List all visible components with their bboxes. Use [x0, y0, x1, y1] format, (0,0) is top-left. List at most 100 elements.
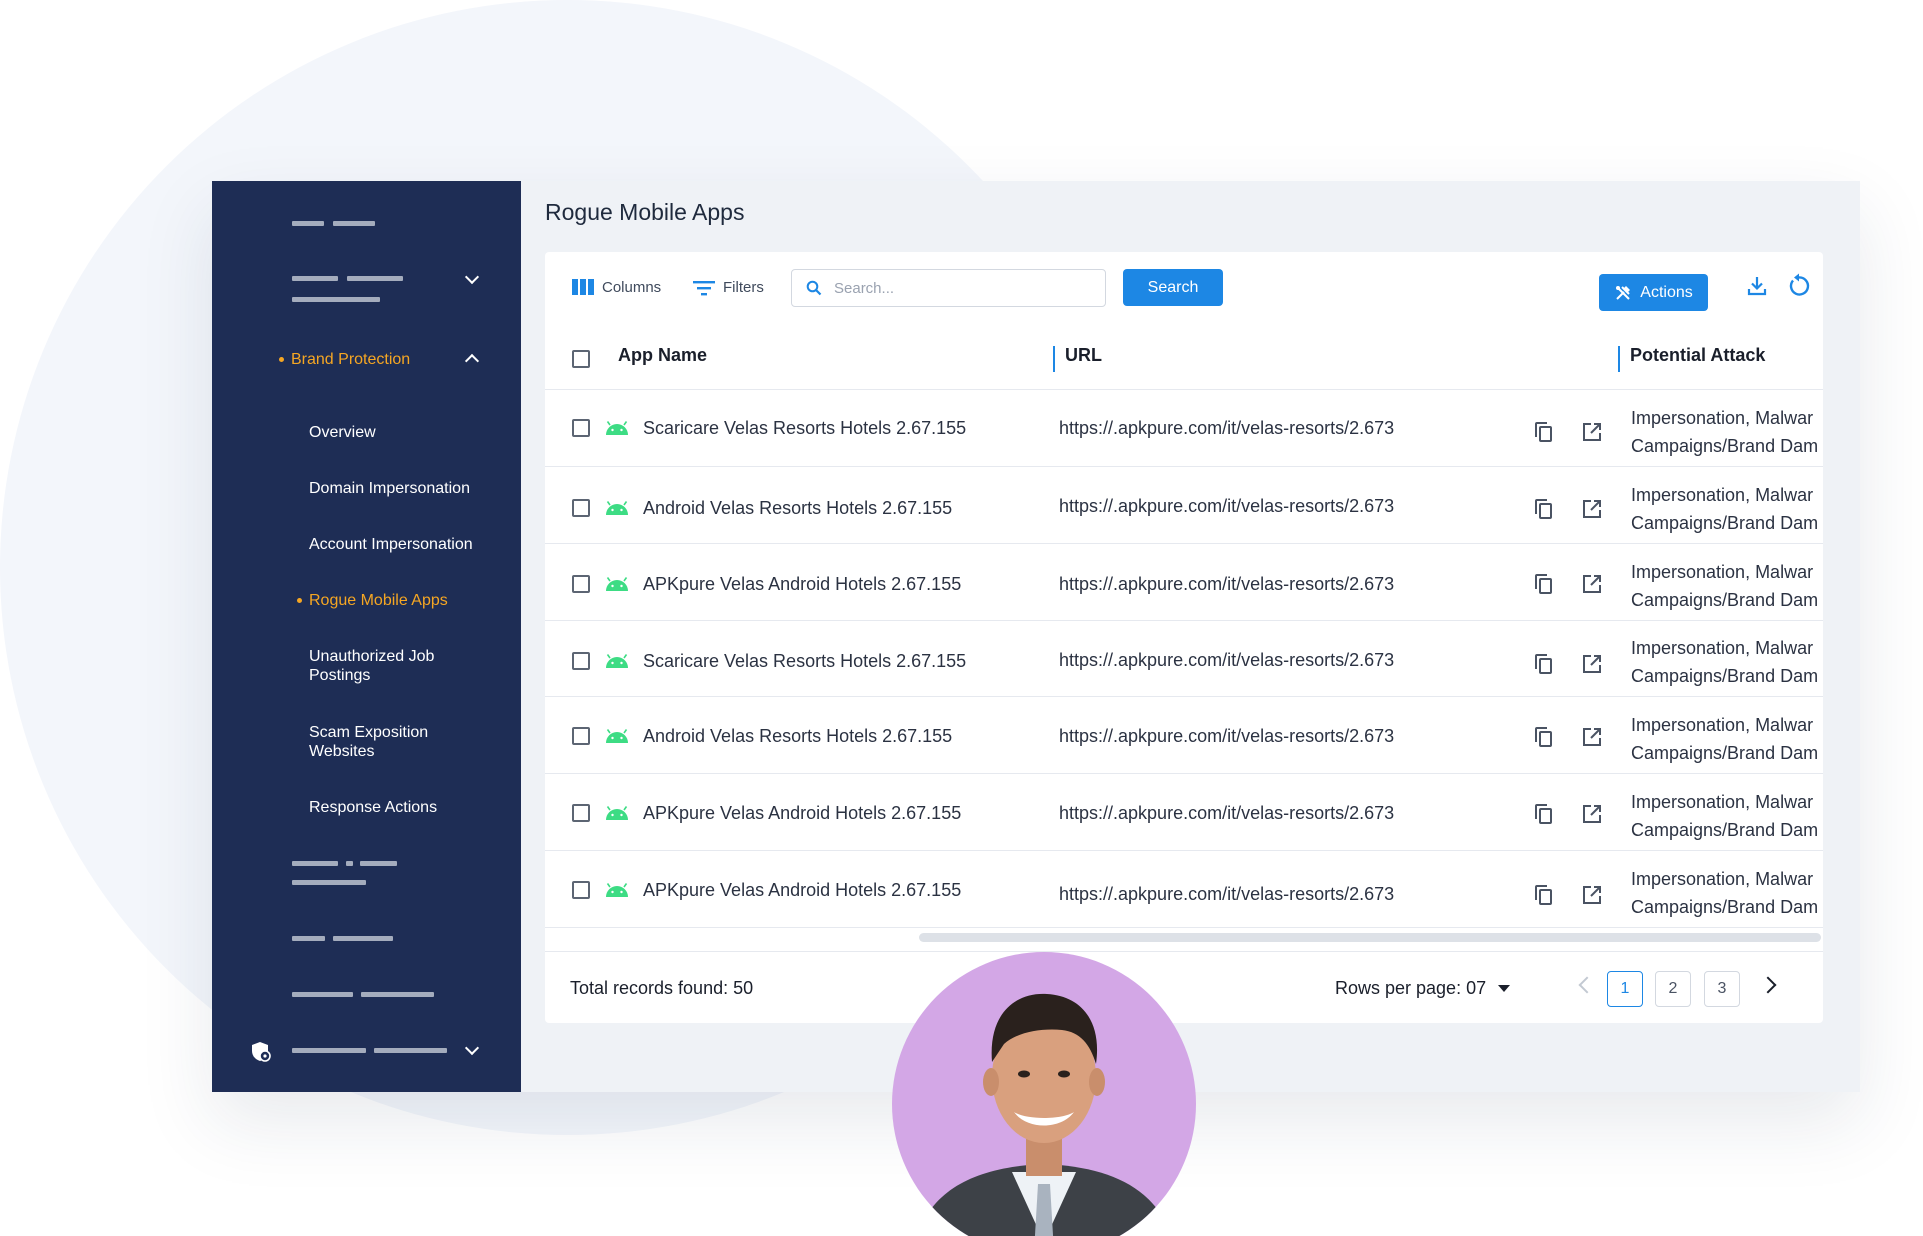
- potential-attack-cell: Impersonation, Malwar Campaigns/Brand Dam: [1631, 404, 1818, 460]
- row-checkbox[interactable]: [572, 575, 590, 593]
- sidebar-item-unauthorized-job-postings[interactable]: Unauthorized Job Postings: [309, 647, 469, 685]
- table-row[interactable]: APKpure Velas Android Hotels 2.67.155 ht…: [545, 544, 1823, 621]
- placeholder-bar: [292, 297, 380, 302]
- data-table-card: Columns Filters Search... Search Actions…: [545, 252, 1823, 1023]
- url-cell[interactable]: https://.apkpure.com/it/velas-resorts/2.…: [1059, 726, 1394, 747]
- open-external-icon[interactable]: [1580, 497, 1604, 521]
- copy-icon[interactable]: [1531, 420, 1555, 444]
- row-checkbox[interactable]: [572, 652, 590, 670]
- potential-attack-cell: Impersonation, Malwar Campaigns/Brand Dam: [1631, 481, 1818, 537]
- table-toolbar: Columns Filters Search... Search Actions: [545, 252, 1823, 324]
- url-cell[interactable]: https://.apkpure.com/it/velas-resorts/2.…: [1059, 884, 1394, 905]
- placeholder-bar: [333, 221, 375, 226]
- copy-icon[interactable]: [1531, 652, 1555, 676]
- table-row[interactable]: APKpure Velas Android Hotels 2.67.155 ht…: [545, 774, 1823, 851]
- sidebar: Brand Protection Overview Domain Imperso…: [212, 181, 521, 1092]
- row-checkbox[interactable]: [572, 499, 590, 517]
- potential-attack-cell: Impersonation, Malwar Campaigns/Brand Dam: [1631, 711, 1818, 767]
- columns-label: Columns: [602, 278, 662, 296]
- sidebar-item-domain-impersonation[interactable]: Domain Impersonation: [309, 479, 470, 498]
- table-row[interactable]: Android Velas Resorts Hotels 2.67.155 ht…: [545, 467, 1823, 544]
- android-icon: [606, 806, 628, 820]
- page-button-1[interactable]: 1: [1607, 971, 1643, 1007]
- header-potential-attack[interactable]: Potential Attack: [1630, 345, 1765, 366]
- open-external-icon[interactable]: [1580, 652, 1604, 676]
- copy-icon[interactable]: [1531, 802, 1555, 826]
- attack-line: Impersonation, Malwar: [1631, 792, 1814, 812]
- open-external-icon[interactable]: [1580, 883, 1604, 907]
- attack-line: Campaigns/Brand Dam: [1631, 897, 1819, 917]
- sidebar-item-account-impersonation[interactable]: Account Impersonation: [309, 535, 473, 554]
- attack-line: Impersonation, Malwar: [1631, 408, 1814, 428]
- placeholder-bar: [292, 221, 324, 226]
- open-external-icon[interactable]: [1580, 572, 1604, 596]
- stage: Brand Protection Overview Domain Imperso…: [0, 0, 1923, 1236]
- sidebar-section-label: Brand Protection: [291, 351, 411, 368]
- attack-line: Impersonation, Malwar: [1631, 715, 1814, 735]
- row-checkbox[interactable]: [572, 881, 590, 899]
- sidebar-item-scam-exposition-websites[interactable]: Scam Exposition Websites: [309, 723, 449, 761]
- copy-icon[interactable]: [1531, 497, 1555, 521]
- table-footer: Total records found: 50 Rows per page: 0…: [545, 951, 1823, 1023]
- placeholder-bar: [292, 936, 325, 941]
- table-row[interactable]: Scaricare Velas Resorts Hotels 2.67.155 …: [545, 621, 1823, 697]
- sidebar-item-rogue-mobile-apps[interactable]: Rogue Mobile Apps: [309, 591, 448, 610]
- chevron-up-icon[interactable]: [464, 353, 480, 369]
- placeholder-bar: [292, 880, 366, 885]
- download-icon: [1747, 277, 1767, 296]
- sidebar-item-overview[interactable]: Overview: [309, 423, 376, 442]
- page-button-2[interactable]: 2: [1655, 971, 1691, 1007]
- app-name-cell: APKpure Velas Android Hotels 2.67.155: [643, 880, 962, 900]
- table-row[interactable]: APKpure Velas Android Hotels 2.67.155 ht…: [545, 851, 1823, 928]
- page-title: Rogue Mobile Apps: [545, 199, 745, 225]
- android-icon: [606, 654, 628, 668]
- actions-button[interactable]: Actions: [1599, 274, 1708, 311]
- row-checkbox[interactable]: [572, 419, 590, 437]
- header-url[interactable]: URL: [1065, 345, 1102, 366]
- search-field[interactable]: [791, 269, 1106, 307]
- shield-icon: [252, 1042, 271, 1062]
- open-external-icon[interactable]: [1580, 420, 1604, 444]
- filters-label: Filters: [723, 278, 764, 296]
- search-icon: [806, 280, 822, 296]
- search-input[interactable]: [834, 279, 1074, 297]
- horizontal-scrollbar[interactable]: [919, 933, 1821, 942]
- row-checkbox[interactable]: [572, 804, 590, 822]
- columns-button[interactable]: Columns: [572, 278, 661, 296]
- bullet-dot: [279, 357, 284, 362]
- url-cell[interactable]: https://.apkpure.com/it/velas-resorts/2.…: [1059, 574, 1394, 595]
- url-cell[interactable]: https://.apkpure.com/it/velas-resorts/2.…: [1059, 650, 1394, 671]
- android-icon: [606, 501, 628, 515]
- header-app-name[interactable]: App Name: [618, 345, 707, 366]
- open-external-icon[interactable]: [1580, 725, 1604, 749]
- copy-icon[interactable]: [1531, 883, 1555, 907]
- filters-button[interactable]: Filters: [693, 278, 764, 296]
- select-all-checkbox[interactable]: [572, 350, 590, 368]
- url-cell[interactable]: https://.apkpure.com/it/velas-resorts/2.…: [1059, 803, 1394, 824]
- attack-line: Impersonation, Malwar: [1631, 562, 1814, 582]
- copy-icon[interactable]: [1531, 725, 1555, 749]
- attack-line: Campaigns/Brand Dam: [1631, 666, 1819, 686]
- table-row[interactable]: Android Velas Resorts Hotels 2.67.155 ht…: [545, 697, 1823, 774]
- column-resizer[interactable]: [1053, 346, 1055, 372]
- download-button[interactable]: [1741, 270, 1773, 302]
- column-resizer[interactable]: [1618, 346, 1620, 372]
- sidebar-item-response-actions[interactable]: Response Actions: [309, 798, 437, 817]
- prev-page-icon[interactable]: [1578, 976, 1596, 994]
- row-checkbox[interactable]: [572, 727, 590, 745]
- chevron-down-icon[interactable]: [464, 1040, 480, 1056]
- placeholder-bar: [292, 276, 338, 281]
- caret-down-icon: [1498, 985, 1511, 992]
- next-page-icon[interactable]: [1759, 976, 1777, 994]
- page-button-3[interactable]: 3: [1704, 971, 1740, 1007]
- chevron-down-icon[interactable]: [464, 269, 480, 285]
- search-button[interactable]: Search: [1123, 269, 1223, 306]
- url-cell[interactable]: https://.apkpure.com/it/velas-resorts/2.…: [1059, 418, 1394, 439]
- copy-icon[interactable]: [1531, 572, 1555, 596]
- url-cell[interactable]: https://.apkpure.com/it/velas-resorts/2.…: [1059, 496, 1394, 517]
- rows-per-page-select[interactable]: Rows per page: 07: [1335, 978, 1511, 999]
- open-external-icon[interactable]: [1580, 802, 1604, 826]
- main-content: Rogue Mobile Apps Columns Filters Search…: [521, 181, 1860, 1092]
- table-row[interactable]: Scaricare Velas Resorts Hotels 2.67.155 …: [545, 390, 1823, 467]
- refresh-button[interactable]: [1783, 270, 1815, 302]
